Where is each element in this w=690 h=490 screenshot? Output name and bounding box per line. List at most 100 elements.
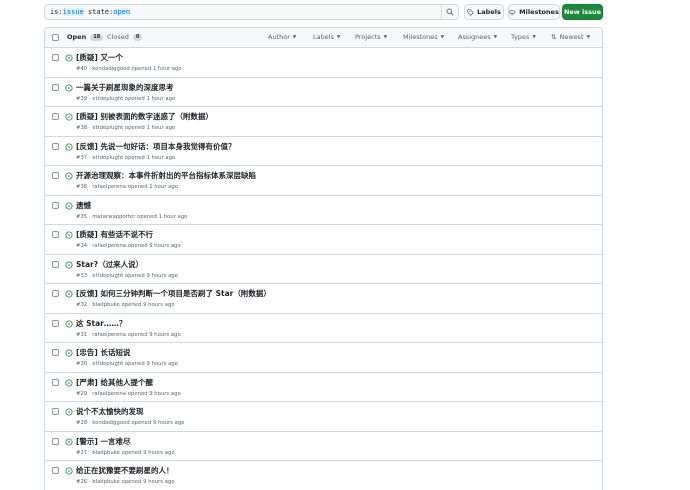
issue-checkbox[interactable] [52, 408, 59, 415]
issue-checkbox[interactable] [52, 201, 59, 209]
projects-filter[interactable]: Projects ▼ [355, 33, 387, 41]
issue-row[interactable]: [质疑] 又一个 #40 · kendadiggood opened 1 hou… [45, 48, 602, 78]
search-qualifier-key: state: [83, 8, 114, 16]
tab-closed[interactable]: Closed 0 [107, 33, 143, 41]
issue-list-header: Open 18 Closed 0 Author ▼ Labels ▼ Projects ▼… [45, 28, 602, 48]
issue-meta: #26 · bladpbuke opened 9 hours ago [76, 479, 175, 485]
issues-toolbar: is:issue state:open Labels Milestones Ne… [44, 4, 604, 20]
issue-meta: #40 · kendadiggood opened 1 hour ago [76, 66, 182, 72]
issue-open-icon [65, 319, 73, 328]
issue-checkbox[interactable] [52, 437, 59, 445]
sort-icon: ⇅ [551, 33, 557, 41]
issue-row[interactable]: [警示] 一言难尽 #27 · bladpbuke opened 9 hours… [45, 432, 602, 461]
issue-row[interactable]: 遗憾 #35 · matarwapporter opened 1 hour ag… [45, 196, 602, 225]
issue-row[interactable]: 开源治理观察：本事件折射出的平台指标体系深层缺陷 #36 · rafaelper… [45, 166, 602, 196]
issue-row[interactable]: [反馈] 先说一句好话：项目本身我觉得有价值？ #37 · ettdeplugh… [45, 137, 602, 166]
issue-open-icon [65, 54, 73, 62]
issue-title-link[interactable]: 这 Star……？ [76, 318, 126, 329]
labels-filter[interactable]: Labels ▼ [313, 33, 340, 41]
issue-row[interactable]: [忠告] 长话短说 #30 · ettdeplught opened 9 hou… [45, 343, 602, 373]
issue-title-link[interactable]: [质疑] 别被表面的数字迷惑了（附数据） [76, 111, 213, 122]
issue-open-icon [65, 201, 73, 210]
issue-meta: #27 · bladpbuke opened 9 hours ago [76, 449, 175, 456]
issue-meta: #30 · ettdeplught opened 9 hours ago [76, 361, 178, 367]
issue-checkbox[interactable] [52, 172, 59, 179]
search-input[interactable]: is:issue state:open [44, 4, 442, 20]
issue-open-icon [65, 172, 73, 180]
search-icon [446, 8, 454, 16]
issue-meta: #34 · rafaelperena opened 9 hours ago [76, 243, 181, 249]
issue-title-link[interactable]: [警示] 一言难尽 [76, 436, 130, 447]
issue-title-link[interactable]: 说个不太愉快的发现 [76, 406, 144, 417]
issue-row[interactable]: 一篇关于刷星现象的深度思考 #39 · ettdeplught opened 1… [45, 78, 602, 107]
issue-open-icon [65, 83, 73, 92]
labels-button-label: Labels [477, 8, 501, 16]
tab-closed-label: Closed [107, 33, 129, 41]
chevron-down-icon: ▼ [292, 34, 297, 40]
search-button[interactable] [442, 4, 459, 20]
open-count-badge: 18 [90, 33, 104, 41]
issue-title-link[interactable]: [质疑] 又一个 [76, 52, 123, 63]
issue-checkbox[interactable] [52, 260, 59, 268]
milestones-filter[interactable]: Milestones ▼ [403, 33, 444, 41]
issue-title-link[interactable]: 给正在犹豫要不要刷星的人！ [76, 465, 174, 476]
issue-checkbox[interactable] [52, 113, 59, 120]
assignees-filter[interactable]: Assignees ▼ [458, 33, 497, 41]
issue-meta: #33 · ettdeplught opened 9 hours ago [76, 272, 178, 279]
issue-meta: #38 · ettdeplught opened 1 hour ago [76, 125, 176, 131]
issue-row[interactable]: [质疑] 有些话不说不行 #34 · rafaelperena opened 9… [45, 225, 602, 255]
issue-title-link[interactable]: 一篇关于刷星现象的深度思考 [76, 82, 174, 93]
issue-checkbox[interactable] [52, 319, 59, 327]
issue-meta: #32 · bladpbuke opened 9 hours ago [76, 302, 175, 308]
tab-open[interactable]: Open 18 [67, 33, 104, 41]
search-qualifier-value: open [113, 8, 131, 16]
issue-row[interactable]: 说个不太愉快的发现 #28 · kendadiggood opened 9 ho… [45, 402, 602, 432]
issue-open-icon [65, 113, 73, 121]
tab-open-label: Open [67, 33, 87, 41]
issue-row[interactable]: [严肃] 给其他人提个醒 #29 · rafaelperena opened 9… [45, 373, 602, 402]
issue-checkbox[interactable] [52, 290, 59, 297]
search-qualifier-value: issue [62, 8, 84, 16]
issue-checkbox[interactable] [52, 378, 59, 386]
issue-row[interactable]: 这 Star……？ #31 · rafaelperena opened 9 ho… [45, 314, 602, 343]
issue-checkbox[interactable] [52, 349, 59, 356]
issue-open-icon [65, 349, 73, 357]
milestones-button[interactable]: Milestones [508, 4, 560, 20]
issue-checkbox[interactable] [52, 231, 59, 238]
issue-row[interactable]: Star?（过来人说） #33 · ettdeplught opened 9 h… [45, 255, 602, 284]
issue-title-link[interactable]: 开源治理观察：本事件折射出的平台指标体系深层缺陷 [76, 170, 256, 181]
author-filter[interactable]: Author ▼ [268, 33, 296, 41]
issue-meta: #31 · rafaelperena opened 9 hours ago [76, 331, 181, 338]
labels-filter-label: Labels [313, 33, 334, 41]
issue-open-icon [65, 290, 73, 298]
issue-checkbox[interactable] [52, 467, 59, 474]
issue-row[interactable]: 给正在犹豫要不要刷星的人！ #26 · bladpbuke opened 9 h… [45, 461, 602, 490]
issue-title-link[interactable]: [忠告] 长话短说 [76, 347, 130, 358]
issue-meta: #39 · ettdeplught opened 1 hour ago [76, 95, 176, 102]
issue-row[interactable]: [质疑] 别被表面的数字迷惑了（附数据） #38 · ettdeplught o… [45, 107, 602, 137]
labels-button[interactable]: Labels [464, 4, 504, 20]
milestone-icon [509, 9, 516, 16]
types-filter-label: Types [511, 33, 530, 41]
issue-open-icon [65, 231, 73, 239]
issue-title-link[interactable]: 遗憾 [76, 200, 91, 211]
issue-meta: #35 · matarwapporter opened 1 hour ago [76, 213, 188, 220]
issue-open-icon [65, 408, 73, 416]
issue-title-link[interactable]: [质疑] 有些话不说不行 [76, 229, 153, 240]
types-filter[interactable]: Types ▼ [511, 33, 536, 41]
chevron-down-icon: ▼ [493, 34, 498, 40]
issue-title-link[interactable]: [反馈] 如何三分钟判断一个项目是否刷了 Star（附数据） [76, 288, 271, 299]
sort-dropdown[interactable]: ⇅ Newest ▼ [551, 33, 590, 41]
new-issue-button[interactable]: New issue [562, 4, 603, 20]
chevron-down-icon: ▼ [383, 34, 388, 40]
issue-checkbox[interactable] [52, 142, 59, 150]
issue-title-link[interactable]: [反馈] 先说一句好话：项目本身我觉得有价值？ [76, 141, 235, 152]
search-qualifier-key: is: [50, 8, 63, 16]
issue-checkbox[interactable] [52, 83, 59, 91]
issue-title-link[interactable]: [严肃] 给其他人提个醒 [76, 377, 153, 388]
issue-checkbox[interactable] [52, 54, 59, 61]
milestones-filter-label: Milestones [403, 33, 438, 41]
select-all-checkbox[interactable] [52, 34, 59, 41]
issue-row[interactable]: [反馈] 如何三分钟判断一个项目是否刷了 Star（附数据） #32 · bla… [45, 284, 602, 314]
issue-title-link[interactable]: Star?（过来人说） [76, 259, 143, 270]
